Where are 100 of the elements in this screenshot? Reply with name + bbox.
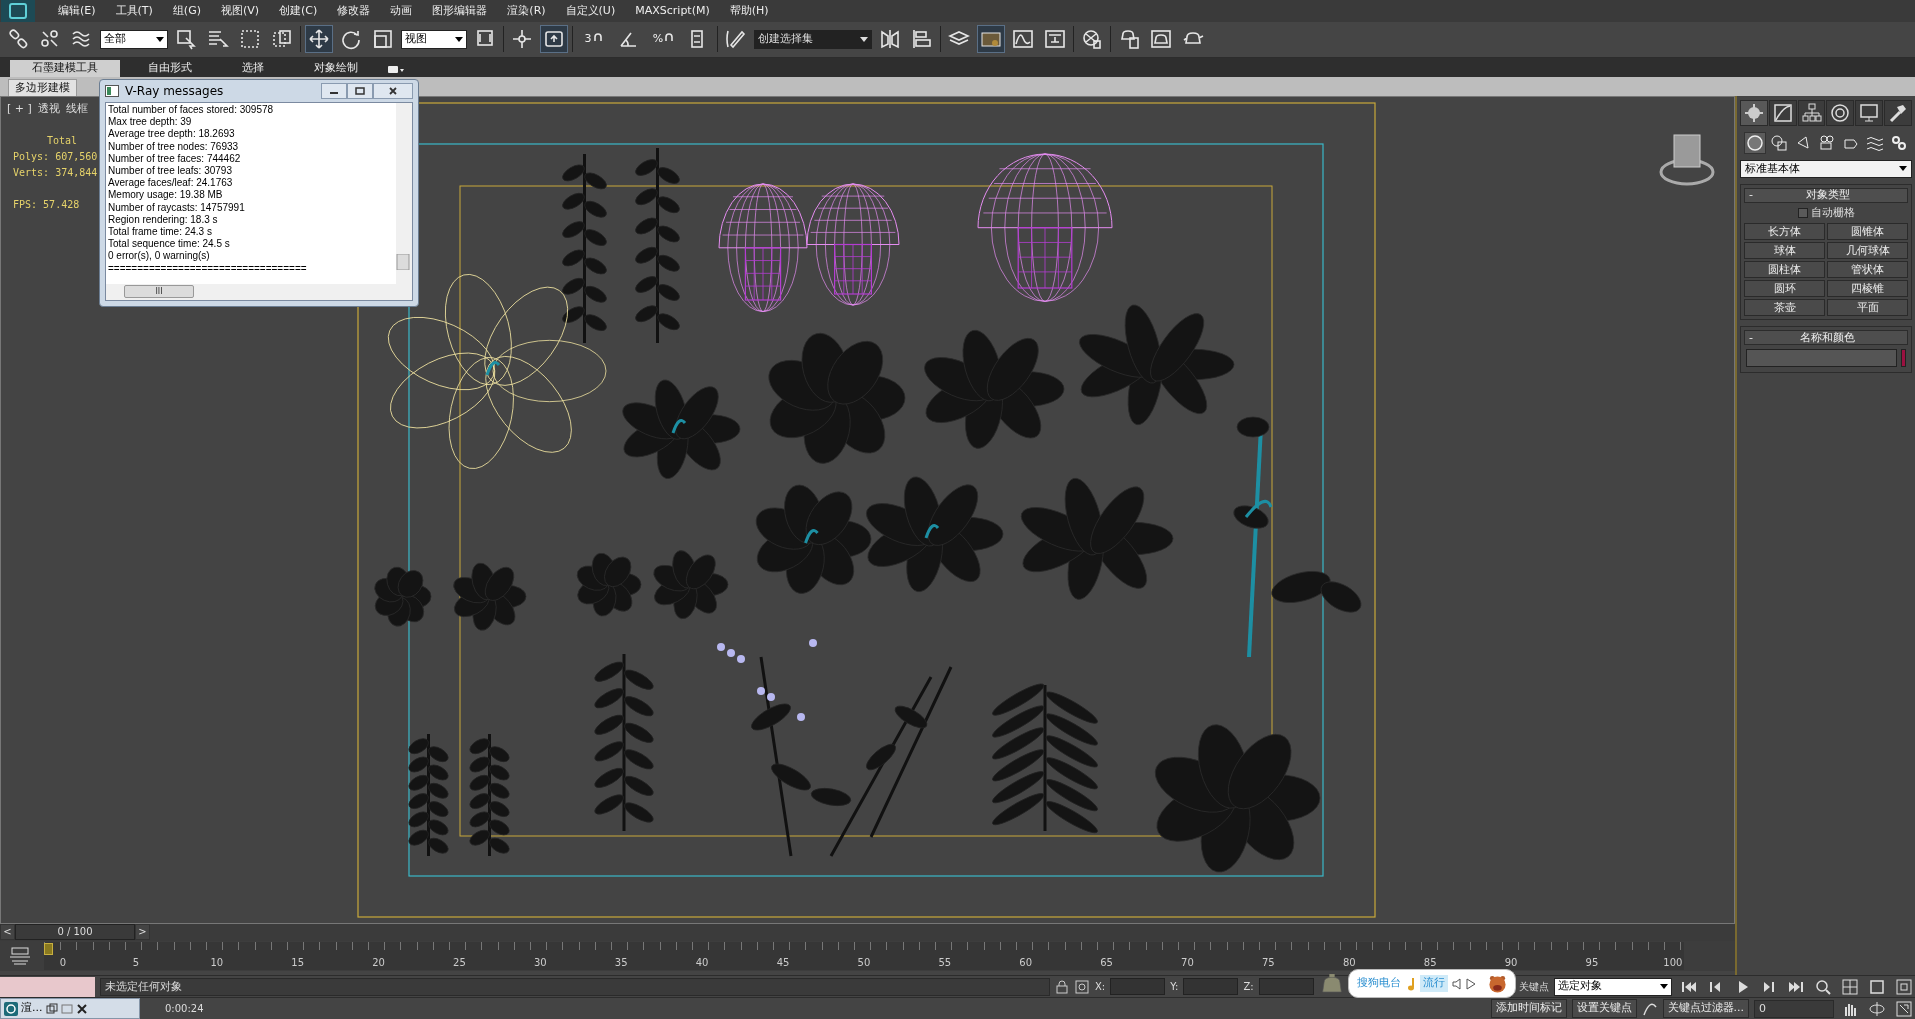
menu-item[interactable]: 创建(C)	[269, 2, 328, 20]
primitive-button[interactable]: 四棱锥	[1827, 280, 1908, 298]
keyboard-shortcut-override-button[interactable]	[540, 25, 568, 54]
selection-mode-icon[interactable]	[1074, 978, 1090, 995]
panel-tab[interactable]	[1855, 99, 1884, 126]
checkbox[interactable]	[1797, 208, 1808, 219]
app-logo-icon[interactable]	[0, 0, 36, 22]
ribbon-panel-tab[interactable]: 多边形建模	[8, 78, 77, 96]
panel-tab[interactable]	[1826, 99, 1855, 126]
panel-tab[interactable]	[1740, 99, 1768, 126]
viewcube-icon[interactable]	[1659, 134, 1715, 186]
primitive-button[interactable]: 圆环	[1744, 280, 1825, 298]
menu-item[interactable]: 修改器	[327, 2, 381, 20]
current-frame-field[interactable]: 0	[1754, 999, 1834, 1018]
maximize-button[interactable]	[347, 82, 373, 99]
menu-item[interactable]: MAXScript(M)	[625, 2, 720, 20]
next-frame-button[interactable]: >	[135, 924, 150, 941]
close-icon[interactable]	[75, 1002, 88, 1015]
primitive-button[interactable]: 圆柱体	[1744, 261, 1825, 279]
time-marker[interactable]	[44, 942, 53, 955]
name-field[interactable]	[1746, 349, 1897, 368]
zoom-extents-all-button[interactable]	[1893, 976, 1915, 997]
key-mode-dropdown[interactable]: 选定对象	[1554, 977, 1672, 996]
restore-icon[interactable]	[45, 1002, 58, 1015]
stat-text: FPS: 57.428	[13, 197, 81, 212]
coordinate-field[interactable]	[1183, 978, 1239, 995]
auto-key-label[interactable]: 关键点	[1519, 979, 1549, 994]
primitive-button[interactable]: 管状体	[1827, 261, 1908, 279]
log-line: Number of tree nodes: 76933	[108, 140, 240, 153]
rollout-header[interactable]: - 名称和颜色	[1744, 330, 1908, 346]
primitive-button[interactable]: 平面	[1827, 299, 1908, 317]
timeline-ruler[interactable]: 0 5 10 15 20 25 30 35 40 45 50 55 60 65 70 75 80 85 90 95 100	[44, 941, 1684, 970]
collapse-toggle[interactable]: -	[1749, 187, 1753, 204]
menu-item[interactable]: 编辑(E)	[48, 2, 106, 20]
menu-item[interactable]: 渲染(R)	[497, 2, 556, 20]
zoom-all-button[interactable]	[1839, 976, 1861, 997]
lock-icon[interactable]	[1055, 979, 1069, 994]
snap-toggle-button[interactable]: %	[647, 25, 681, 54]
menu-item[interactable]: 组(G)	[162, 2, 211, 20]
menu-item[interactable]: 视图(V)	[210, 2, 270, 20]
horizontal-scroll-thumb[interactable]: III	[124, 285, 194, 299]
material-editor-icon	[1081, 28, 1103, 51]
vertical-scrollbar[interactable]	[396, 102, 412, 284]
rollout-header[interactable]: - 对象类型	[1744, 187, 1908, 203]
script-listener-field[interactable]	[0, 976, 95, 997]
primitive-button[interactable]: 茶壶	[1744, 299, 1825, 317]
ribbon-tab[interactable]: 对象绘制	[292, 59, 380, 77]
coordinate-field[interactable]	[1258, 978, 1314, 995]
panel-tab[interactable]	[1797, 99, 1826, 126]
log-line: Average faces/leaf: 24.1763	[108, 177, 234, 190]
category-button[interactable]	[1744, 131, 1766, 154]
primitive-button[interactable]: 几何球体	[1827, 242, 1908, 260]
menu-item[interactable]: 帮助(H)	[719, 2, 779, 20]
set-key-button[interactable]: 设置关键点	[1571, 999, 1637, 1018]
named-selection-set-dropdown[interactable]: 创建选择集	[754, 30, 872, 49]
frame-number: 40	[694, 955, 710, 970]
frame-number: 15	[290, 955, 306, 970]
log-line: Memory usage: 19.38 MB	[108, 189, 224, 202]
menu-item[interactable]: 图形编辑器	[422, 2, 498, 20]
color-swatch[interactable]	[1901, 349, 1906, 368]
frame-number: 25	[452, 955, 467, 970]
coordinate-field[interactable]	[1110, 978, 1166, 995]
viewport-label[interactable]: 透视	[37, 100, 60, 118]
reference-coordinate-dropdown[interactable]: 视图	[401, 30, 467, 49]
panel-tab[interactable]	[1884, 99, 1912, 126]
log-line: 0 error(s), 0 warning(s)	[108, 250, 211, 263]
panel-tab[interactable]	[1768, 99, 1797, 126]
previous-frame-button[interactable]: <	[0, 924, 15, 941]
selection-filter-dropdown[interactable]: 全部	[100, 30, 168, 49]
menu-item[interactable]: 动画	[380, 2, 423, 20]
ribbon-tab[interactable]: 石墨建模工具	[10, 59, 120, 77]
speaker-icon[interactable]	[1451, 977, 1463, 990]
menu-item[interactable]: 工具(T)	[105, 2, 163, 20]
scroll-thumb-icon[interactable]	[396, 253, 410, 270]
music-note-icon	[1407, 976, 1417, 991]
maximize-viewport-button[interactable]	[1893, 998, 1915, 1019]
frame-number: 85	[1422, 955, 1438, 970]
ribbon-tab[interactable]: 选择	[220, 59, 286, 77]
add-time-tag-button[interactable]: 添加时间标记	[1490, 999, 1567, 1018]
scene-explorer-button[interactable]	[977, 25, 1005, 54]
menu-item[interactable]: 自定义(U)	[555, 2, 626, 20]
rollout-title: 名称和颜色	[1799, 329, 1857, 346]
snap-toggle-button[interactable]: 3	[577, 25, 611, 54]
viewport-label[interactable]: 线框	[65, 100, 88, 118]
ribbon-tab[interactable]: 自由形式	[126, 59, 214, 77]
taskbar-window[interactable]: 渲...	[0, 998, 140, 1019]
viewport-menu[interactable]: [ + ]	[7, 100, 32, 118]
key-filters-button[interactable]: 关键点过滤器...	[1662, 999, 1749, 1018]
primitive-button[interactable]: 球体	[1744, 242, 1825, 260]
close-button[interactable]	[373, 82, 413, 99]
object-category-dropdown[interactable]: 标准基本体	[1740, 159, 1912, 178]
primitive-button[interactable]: 长方体	[1744, 223, 1825, 241]
collapse-toggle[interactable]: -	[1749, 329, 1753, 347]
frame-number: 0	[58, 955, 66, 970]
primitive-button[interactable]: 圆锥体	[1827, 223, 1908, 241]
move-button[interactable]	[305, 25, 333, 54]
play-icon[interactable]	[1466, 977, 1476, 990]
minimize-button[interactable]	[321, 82, 347, 99]
orbit-icon	[1868, 999, 1886, 1018]
frame-number: 30	[532, 955, 548, 970]
